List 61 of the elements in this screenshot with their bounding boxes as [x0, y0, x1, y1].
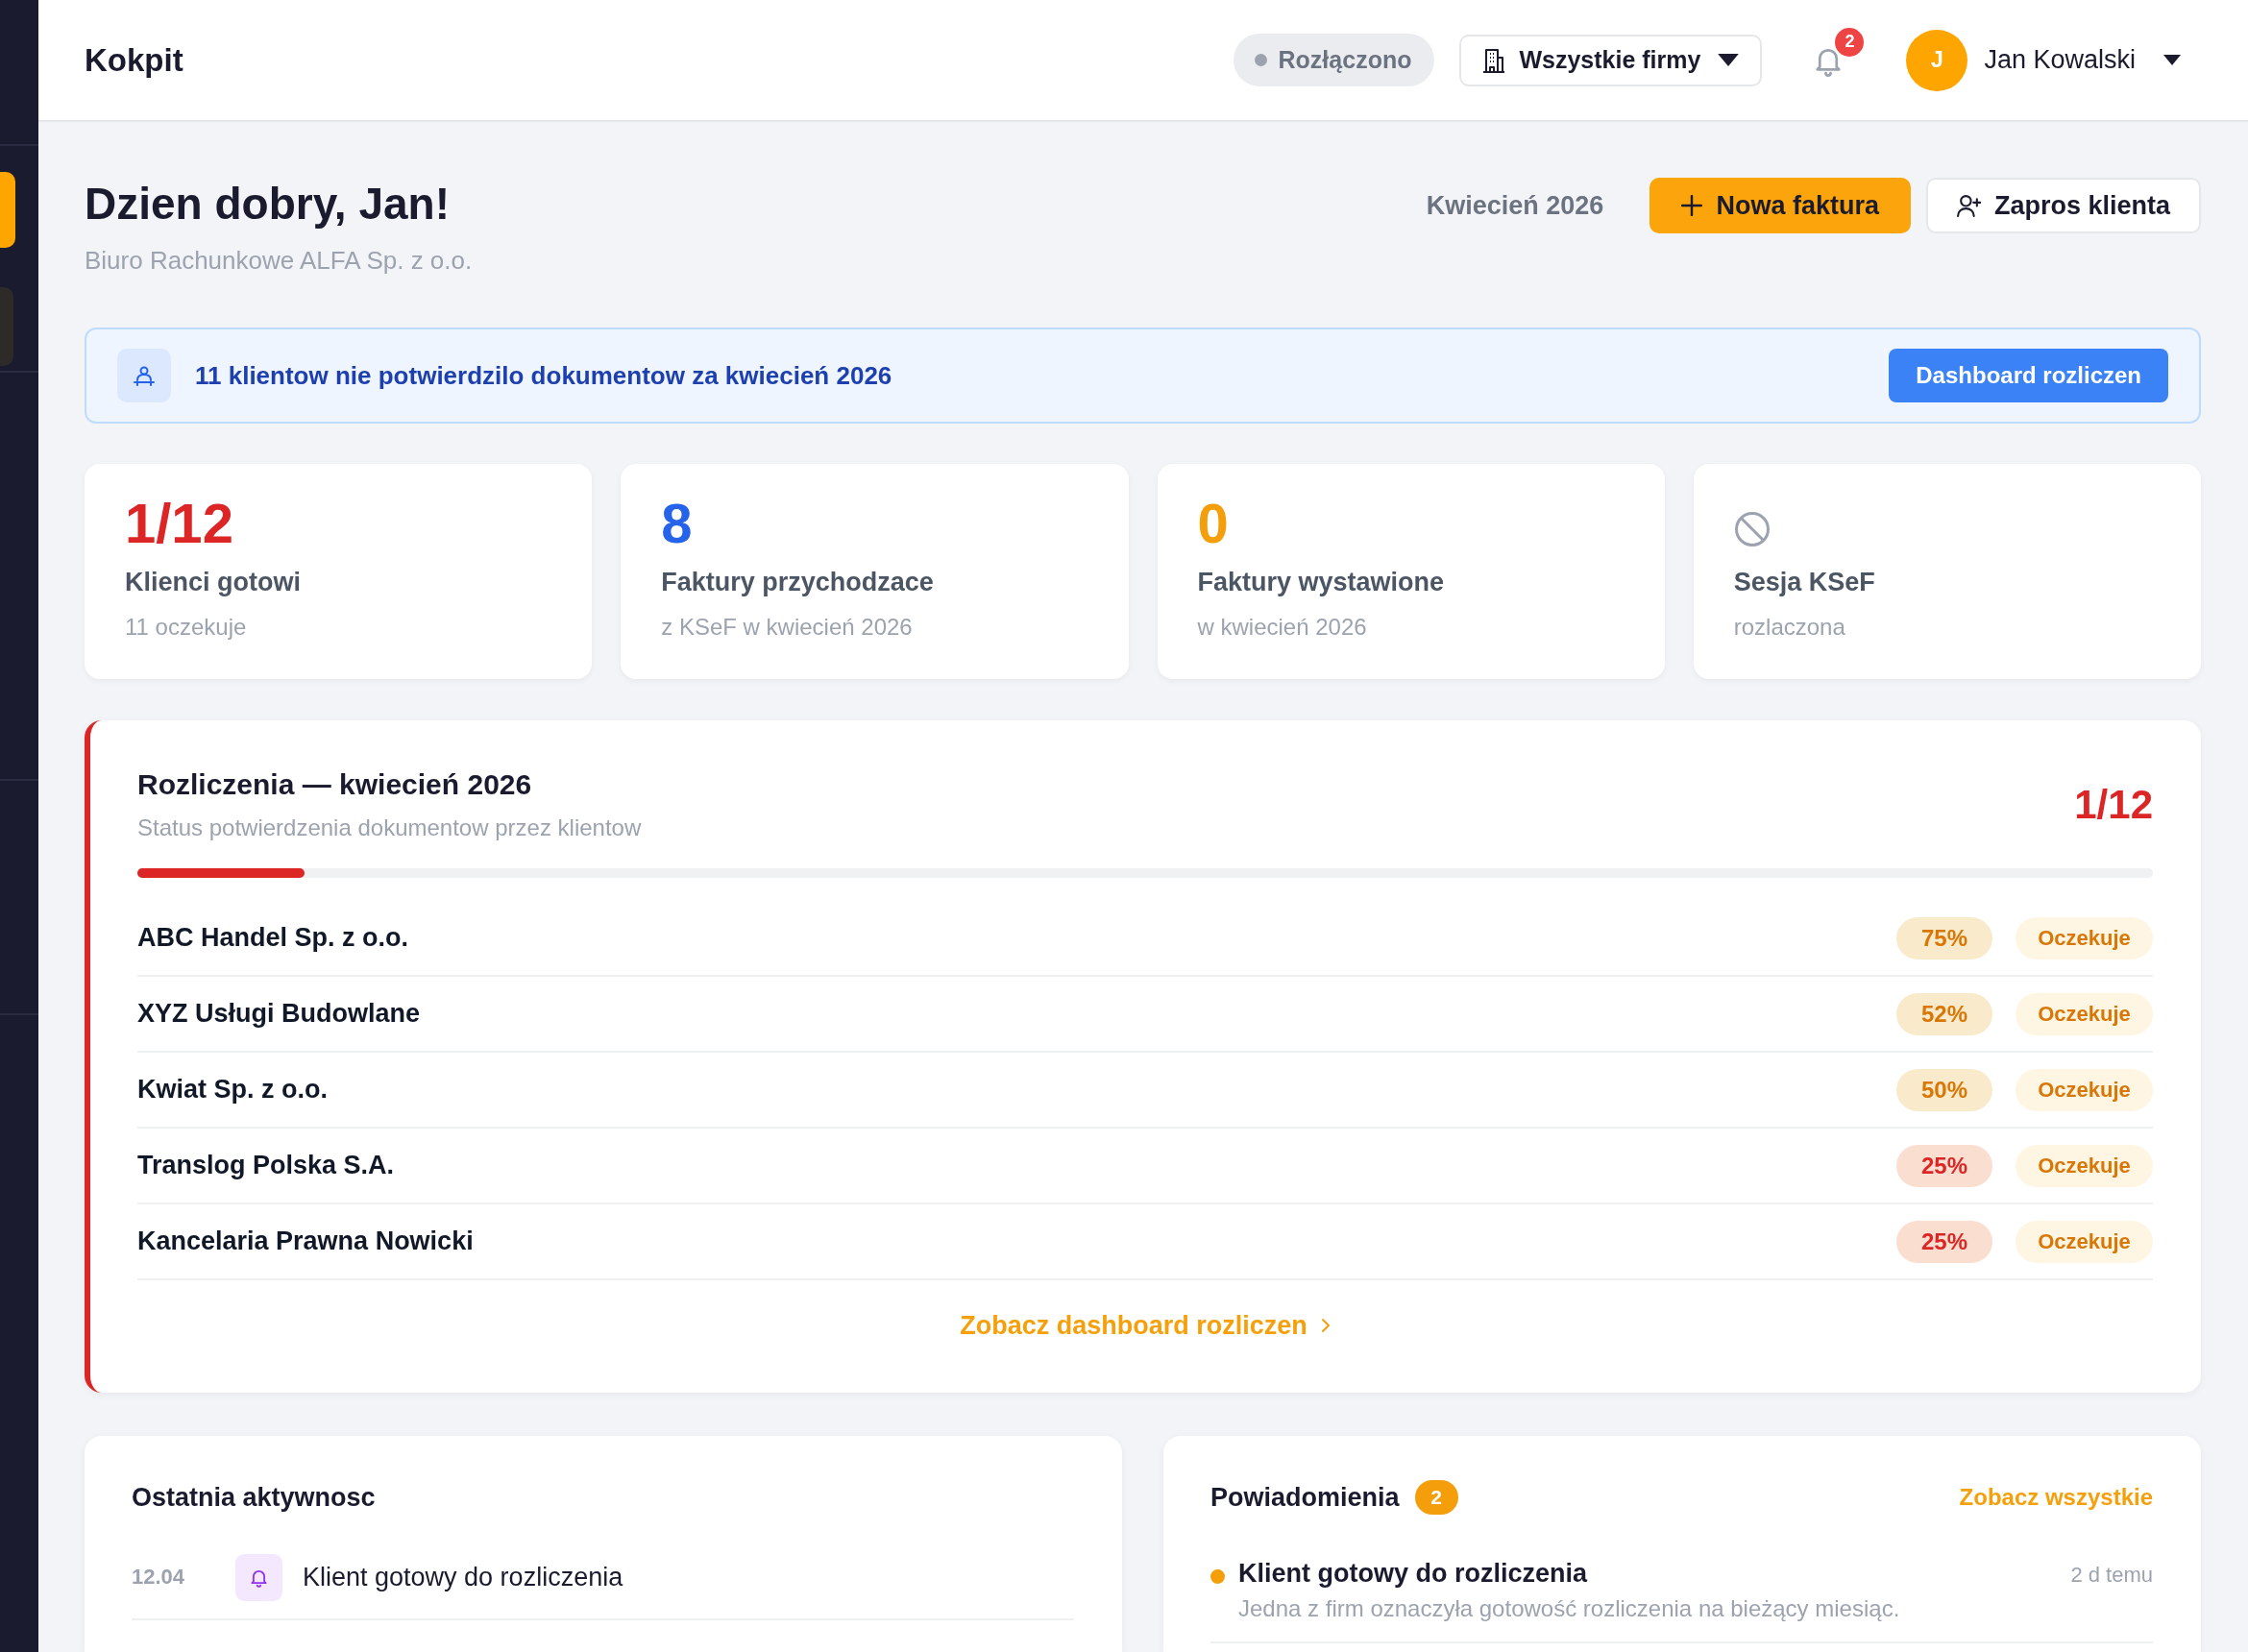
greeting-title: Dzien dobry, Jan!: [85, 178, 451, 230]
stat-label: Klienci gotowi: [125, 567, 302, 598]
plus-icon: [1681, 195, 1703, 216]
avatar-initial: J: [1906, 29, 1968, 91]
stat-label: Faktury przychodzace: [661, 567, 935, 598]
user-menu-button[interactable]: J Jan Kowalski: [1906, 29, 2181, 91]
ready-count: 1/12: [2074, 782, 2153, 828]
stat-label: Faktury wystawione: [1197, 567, 1446, 598]
activity-text: Klient gotowy do rozliczenia: [303, 1562, 623, 1592]
stat-value: 1/12: [125, 495, 233, 552]
person-icon: [117, 349, 171, 402]
notification-title: Klient gotowy do rozliczenia: [1238, 1559, 1588, 1589]
client-name: Kwiat Sp. z o.o.: [137, 1075, 329, 1105]
prohibited-icon: [1733, 511, 1771, 547]
status-badge: Oczekuje: [2016, 992, 2153, 1035]
dashboard-button[interactable]: Dashboard rozliczen: [1889, 349, 2168, 402]
stat-value: 0: [1197, 495, 1229, 552]
sidebar-item[interactable]: [0, 172, 15, 248]
status-dot-icon: [1254, 54, 1267, 66]
notification-time: 2 d temu: [2070, 1563, 2153, 1588]
connection-status-label: Rozłączono: [1278, 46, 1412, 74]
status-badge: Oczekuje: [2016, 1144, 2153, 1187]
stat-note: z KSeF w kwiecień 2026: [661, 613, 914, 642]
company-select[interactable]: Wszystkie firmy: [1459, 34, 1763, 86]
client-name: Translog Polska S.A.: [137, 1151, 396, 1180]
company-name: Biuro Rachunkowe ALFA Sp. z o.o.: [85, 245, 473, 277]
stat-note: rozlaczona: [1733, 613, 1846, 642]
client-name: ABC Handel Sp. z o.o.: [137, 923, 409, 953]
client-name: Kancelaria Prawna Nowicki: [137, 1227, 475, 1256]
building-icon: [1482, 47, 1506, 73]
percent-badge: 25%: [1896, 1220, 1992, 1263]
period-label: Kwiecień 2026: [1426, 190, 1604, 221]
activity-date: 12.04: [132, 1565, 186, 1590]
stat-label: Sesja KSeF: [1733, 567, 1876, 598]
notification-count-badge: 2: [1835, 27, 1865, 57]
stat-value: 8: [661, 495, 693, 552]
status-badge: Oczekuje: [2016, 1220, 2153, 1263]
user-plus-icon: [1956, 194, 1981, 217]
percent-badge: 52%: [1896, 992, 1992, 1035]
alert-message: 11 klientow nie potwierdzilo dokumentow za kwiecień 2026: [195, 360, 893, 391]
bell-icon: [235, 1553, 282, 1601]
percent-badge: 25%: [1896, 1144, 1992, 1187]
status-badge: Oczekuje: [2016, 1068, 2153, 1111]
percent-badge: 75%: [1896, 916, 1992, 960]
stat-note: w kwiecień 2026: [1197, 613, 1368, 642]
new-invoice-button[interactable]: Nowa faktura: [1649, 178, 1911, 233]
page-title: Kokpit: [85, 41, 183, 79]
section-title: Powiadomienia: [1210, 1482, 1400, 1514]
card-subtitle: Status potwierdzenia dokumentow przez klientow: [137, 814, 642, 842]
card-title: Rozliczenia — kwiecień 2026: [137, 767, 533, 802]
invite-client-button[interactable]: Zapros klienta: [1925, 178, 2201, 233]
notification-text: Jedna z firm oznaczyła gotowość rozliczenia na bieżący miesiąc.: [1238, 1595, 1901, 1622]
count-badge: 2: [1414, 1480, 1458, 1515]
caret-icon: [2163, 55, 2181, 65]
status-badge: Oczekuje: [2016, 916, 2153, 960]
chevron-right-icon: [1320, 1318, 1331, 1333]
section-title: Ostatnia aktywnosc: [132, 1482, 377, 1514]
percent-badge: 50%: [1896, 1068, 1992, 1111]
stat-note: 11 oczekuje: [125, 613, 248, 642]
caret-icon: [1718, 54, 1740, 66]
client-name: XYZ Usługi Budowlane: [137, 999, 422, 1029]
